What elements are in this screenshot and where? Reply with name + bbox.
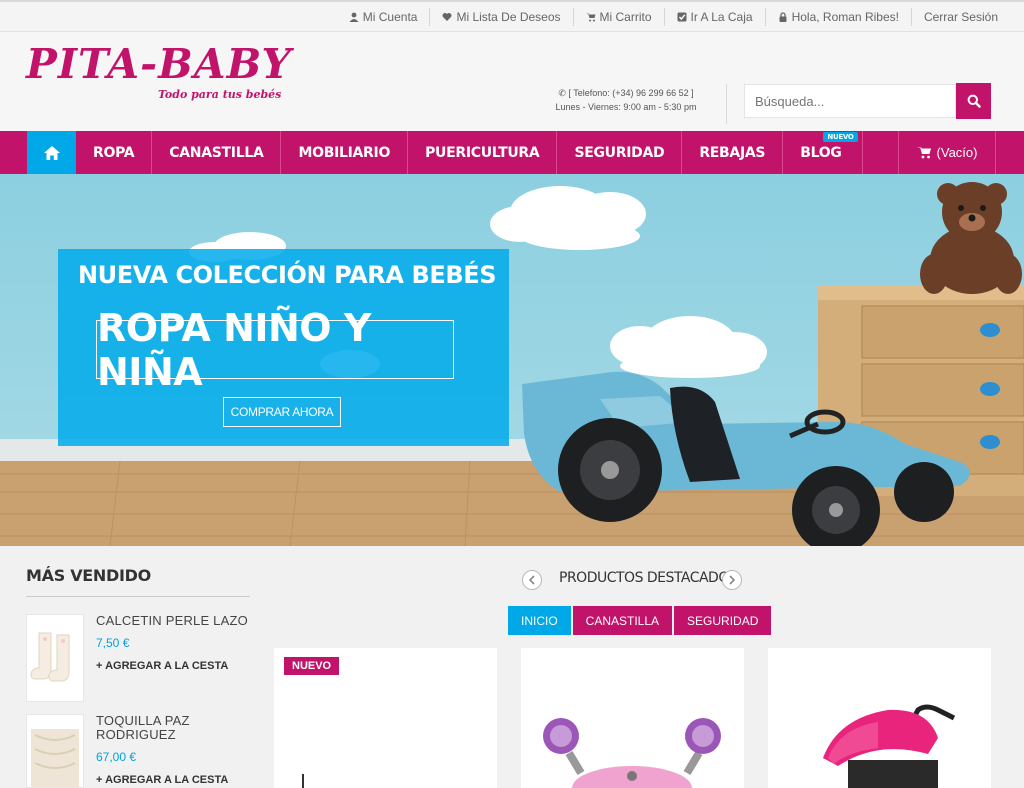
shawl-image [31,729,79,787]
search-input[interactable] [744,84,956,118]
tab-label: CANASTILLA [585,613,660,628]
user-greeting-link[interactable]: Hola, Roman Ribes! [764,8,911,26]
heart-icon [442,13,452,21]
product-price: 7,50 € [96,636,130,650]
nav-label: PUERICULTURA [425,144,540,161]
phone-text: [ Telefono: (+34) 96 299 66 52 ] [568,88,694,98]
product-price: 67,00 € [96,750,137,764]
my-account-label: Mi Cuenta [362,10,418,24]
logo-tagline: Todo para tus bebés [158,88,282,101]
nav-item-rebajas[interactable]: REBAJAS [682,131,784,174]
new-badge: NUEVO [823,132,858,142]
main-nav: ROPA CANASTILLA MOBILIARIO PUERICULTURA … [0,131,1024,174]
nav-item-blog[interactable]: BLOG NUEVO [783,131,863,174]
wishlist-label: Mi Lista De Deseos [456,10,561,24]
add-to-cart-link[interactable]: + AGREGAR A LA CESTA [96,660,228,672]
my-cart-link[interactable]: Mi Carrito [572,8,664,26]
account-links: Mi Cuenta Mi Lista De Deseos Mi Carrito … [337,8,1010,26]
bestsellers-title: MÁS VENDIDO [26,566,151,585]
checkout-link[interactable]: Ir A La Caja [663,8,765,26]
cart-icon [916,147,931,159]
opening-hours: Lunes - Viernes: 9:00 am - 5:30 pm [555,102,697,112]
logout-link[interactable]: Cerrar Sesión [910,8,1010,26]
product-card[interactable] [768,648,991,788]
user-greeting-label: Hola, Roman Ribes! [791,10,899,24]
nav-label: BLOG [800,144,842,161]
featured-next-button[interactable] [722,570,742,590]
logo-title: PITA-BABY [26,40,292,88]
nav-label: ROPA [93,144,135,161]
my-account-link[interactable]: Mi Cuenta [337,8,430,26]
nav-label: REBAJAS [699,144,766,161]
wishlist-link[interactable]: Mi Lista De Deseos [429,8,572,26]
socks-image [30,632,70,682]
tab-label: SEGURIDAD [687,613,759,628]
chevron-left-icon [528,575,535,585]
phone-line: ✆ [ Telefono: (+34) 96 299 66 52 ] [540,86,712,100]
add-to-cart-link[interactable]: + AGREGAR A LA CESTA [96,774,228,786]
featured-title: PRODUCTOS DESTACADOS [559,570,738,586]
lock-icon [779,12,787,22]
product-name[interactable]: TOQUILLA PAZ RODRIGUEZ [96,714,256,742]
logout-label: Cerrar Sesión [923,10,998,24]
shop-now-label: COMPRAR AHORA [230,405,334,419]
nav-item-mobiliario[interactable]: MOBILIARIO [281,131,409,174]
cart-status: (Vacío) [936,145,978,160]
product-thumbnail[interactable] [26,714,84,788]
header-divider [726,84,727,124]
product-thumbnail[interactable] [26,614,84,702]
tab-inicio[interactable]: INICIO [508,606,571,635]
shop-now-button[interactable]: COMPRAR AHORA [223,397,341,427]
hero-banner[interactable]: NUEVA COLECCIÓN PARA BEBÉS ROPA NIÑO Y N… [0,174,1024,546]
product-image-fragment [302,774,304,788]
tab-seguridad[interactable]: SEGURIDAD [674,606,772,635]
nav-label: CANASTILLA [169,144,264,161]
checkout-label: Ir A La Caja [690,10,753,24]
tab-canastilla[interactable]: CANASTILLA [572,606,673,635]
stroller-product-image [823,704,956,788]
contact-info: ✆ [ Telefono: (+34) 96 299 66 52 ] Lunes… [540,86,712,114]
nav-item-canastilla[interactable]: CANASTILLA [152,131,282,174]
nav-item-puericultura[interactable]: PUERICULTURA [408,131,558,174]
top-bar: Mi Cuenta Mi Lista De Deseos Mi Carrito … [0,0,1024,32]
hero-subheading-frame: ROPA NIÑO Y NIÑA [96,306,454,394]
featured-prev-button[interactable] [522,570,542,590]
checkbox-icon [677,12,687,22]
product-card[interactable]: NUEVO [274,648,497,788]
nav-cart-button[interactable]: (Vacío) [898,131,996,174]
featured-tabs: INICIO CANASTILLA SEGURIDAD [508,606,773,635]
chevron-right-icon [729,575,736,585]
toy-product-image [543,718,721,788]
product-name[interactable]: CALCETIN PERLE LAZO [96,614,256,628]
user-icon [349,12,359,22]
new-badge: NUEVO [284,657,340,675]
hero-promo-box: NUEVA COLECCIÓN PARA BEBÉS ROPA NIÑO Y N… [58,249,509,446]
search-icon [967,94,981,108]
nav-home-button[interactable] [27,131,76,174]
phone-icon: ✆ [558,88,569,98]
hero-subheading: ROPA NIÑO Y NIÑA [97,305,371,394]
my-cart-label: Mi Carrito [599,10,652,24]
nav-item-seguridad[interactable]: SEGURIDAD [557,131,683,174]
product-card[interactable] [521,648,744,788]
cart-icon [585,13,596,22]
site-logo[interactable]: PITA-BABY [26,42,292,86]
search-button[interactable] [956,83,991,119]
nav-label: SEGURIDAD [574,144,665,161]
bestsellers-divider [26,596,250,597]
tab-label: INICIO [521,613,558,628]
hero-heading: NUEVA COLECCIÓN PARA BEBÉS [78,261,497,289]
nav-label: MOBILIARIO [298,144,391,161]
site-header: PITA-BABY Todo para tus bebés ✆ [ Telefo… [0,32,1024,131]
home-icon [43,145,60,160]
nav-item-ropa[interactable]: ROPA [76,131,153,174]
